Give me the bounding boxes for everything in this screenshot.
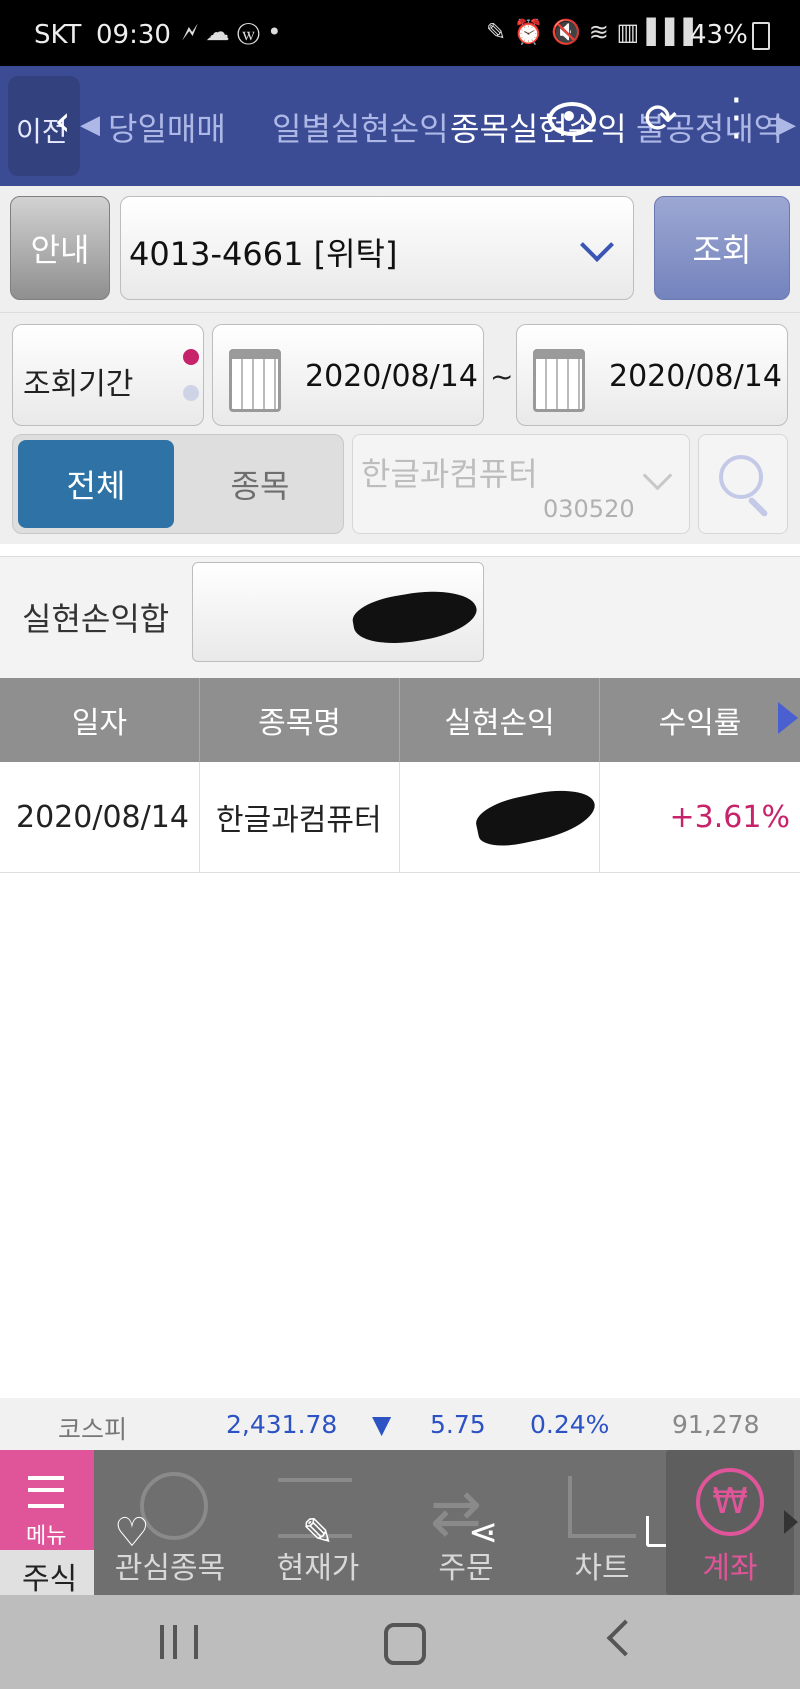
- index-direction-icon: ▼: [372, 1410, 392, 1439]
- search-icon: [719, 455, 763, 499]
- menu-label: 메뉴: [26, 1524, 67, 1549]
- period-toggle[interactable]: 조회기간: [12, 324, 204, 426]
- nav-scroll-right-icon[interactable]: [784, 1510, 798, 1534]
- menu-button[interactable]: 메뉴 주식: [0, 1450, 94, 1597]
- date-separator: ~: [490, 360, 514, 393]
- page-header: 이전 ‹ ◀ 당일매매 일별실현손익 종목실현손익 불공정내역 ⟳ · · · ▶: [0, 66, 800, 186]
- chevron-left-icon: ‹: [54, 96, 71, 145]
- scope-all-label: 전체: [66, 467, 126, 505]
- eye-icon[interactable]: [548, 102, 596, 136]
- start-date-field[interactable]: 2020/08/14: [212, 324, 484, 426]
- system-icons: ✎ ⏰ 🔇 ≋ ▥ ▌▌▌: [486, 18, 703, 46]
- scope-stock-button[interactable]: 종목: [180, 440, 340, 528]
- nav-chart[interactable]: 차트: [540, 1450, 674, 1595]
- nav-watchlist[interactable]: ♡ 관심종목: [96, 1450, 244, 1595]
- scope-all-button[interactable]: 전체: [18, 440, 174, 528]
- index-name: 코스피: [58, 1415, 128, 1444]
- index-change: 5.75: [430, 1410, 486, 1439]
- chevron-down-icon: [642, 460, 673, 491]
- clock-label: 09:30: [96, 20, 171, 50]
- hamburger-icon: [28, 1476, 64, 1508]
- tab-scroll-left-icon[interactable]: ◀: [80, 110, 100, 140]
- redaction-scribble: [472, 782, 600, 852]
- query-button-label: 조회: [692, 231, 752, 269]
- market-ticker[interactable]: 코스피 2,431.78 ▼ 5.75 0.24% 91,278: [0, 1398, 800, 1450]
- tab-scroll-right-icon[interactable]: ▶: [776, 110, 796, 140]
- back-icon[interactable]: [606, 1619, 644, 1657]
- summary-label: 실현손익합: [22, 600, 170, 638]
- won-icon: ₩: [696, 1468, 764, 1536]
- column-header-return-rate[interactable]: 수익률: [600, 678, 800, 762]
- status-bar: SKT 09:30 🗲 ☁ ⓦ • ✎ ⏰ 🔇 ≋ ▥ ▌▌▌ 43%: [0, 0, 800, 66]
- stock-category[interactable]: 주식: [0, 1550, 94, 1597]
- back-button[interactable]: 이전 ‹: [8, 76, 80, 176]
- column-header-stock-name[interactable]: 종목명: [200, 678, 399, 762]
- notification-icons: 🗲 ☁ ⓦ •: [182, 18, 282, 46]
- query-button[interactable]: 조회: [654, 196, 790, 300]
- stock-code: 030520: [543, 495, 635, 523]
- nav-account[interactable]: ₩ 계좌: [666, 1450, 794, 1595]
- bottom-nav: 메뉴 주식 ♡ 관심종목 ✎ 현재가 ⇄ ⋖ 주문 차트 ₩ 계좌: [0, 1450, 800, 1597]
- column-header-date[interactable]: 일자: [0, 678, 199, 762]
- row-realized-pl: [400, 762, 600, 872]
- info-button[interactable]: 안내: [10, 196, 110, 300]
- stock-search-button[interactable]: [698, 434, 788, 534]
- redaction-scribble: [349, 582, 481, 652]
- scope-stock-label: 종목: [230, 467, 290, 505]
- tab-daily-realized-pl[interactable]: 일별실현손익: [272, 104, 449, 150]
- period-dot-active: [183, 349, 199, 365]
- home-icon[interactable]: [384, 1623, 426, 1665]
- calendar-icon: [229, 349, 281, 412]
- end-date: 2020/08/14: [609, 359, 782, 394]
- battery-icon: [752, 22, 770, 50]
- period-label: 조회기간: [23, 367, 134, 402]
- stock-select[interactable]: 한글과컴퓨터 030520: [352, 434, 690, 534]
- stock-category-label: 주식: [22, 1562, 78, 1597]
- start-date: 2020/08/14: [305, 359, 478, 394]
- stock-name: 한글과컴퓨터: [361, 455, 538, 493]
- column-header-realized-pl[interactable]: 실현손익: [400, 678, 599, 762]
- target-icon: [140, 1472, 208, 1540]
- account-number: 4013-4661 [위탁]: [129, 235, 398, 273]
- battery-label: 43%: [690, 20, 748, 50]
- tab-daily-trades[interactable]: 당일매매: [108, 104, 226, 150]
- scroll-right-icon[interactable]: [778, 702, 798, 734]
- chart-icon: [568, 1476, 636, 1538]
- end-date-field[interactable]: 2020/08/14: [516, 324, 788, 426]
- search-icon-handle: [747, 496, 769, 518]
- carrier-label: SKT: [34, 20, 82, 50]
- summary-value-field: [192, 562, 484, 662]
- calendar-icon: [533, 349, 585, 412]
- chevron-down-icon: [580, 228, 614, 262]
- nav-order[interactable]: ⇄ ⋖ 주문: [392, 1450, 540, 1595]
- row-return-rate: +3.61%: [669, 799, 790, 835]
- account-select[interactable]: 4013-4661 [위탁]: [120, 196, 634, 300]
- more-options-icon[interactable]: · · ·: [730, 81, 743, 157]
- row-date: 2020/08/14: [16, 799, 189, 835]
- system-nav-bar: [0, 1595, 800, 1689]
- period-dot-inactive: [183, 385, 199, 401]
- info-button-label: 안내: [30, 231, 90, 269]
- index-value: 2,431.78: [226, 1410, 338, 1439]
- nav-current-price[interactable]: ✎ 현재가: [244, 1450, 392, 1595]
- tab-stock-realized-pl[interactable]: 종목실현손익: [450, 104, 627, 150]
- row-stock-name: 한글과컴퓨터: [216, 803, 382, 838]
- table-header: 일자 종목명 실현손익 수익률: [0, 678, 800, 762]
- refresh-icon[interactable]: ⟳: [644, 96, 678, 142]
- index-volume: 91,278: [672, 1410, 760, 1439]
- index-change-pct: 0.24%: [530, 1410, 610, 1439]
- recent-apps-icon[interactable]: [160, 1625, 198, 1659]
